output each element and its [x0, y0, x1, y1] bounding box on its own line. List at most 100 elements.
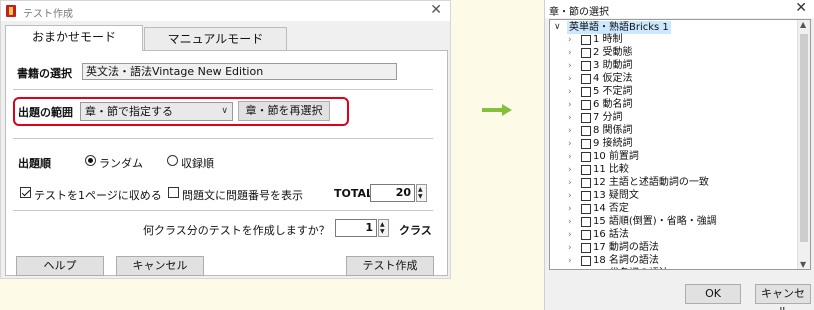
classes-question: 何クラス分のテストを作成しますか？ [143, 224, 330, 237]
book-field: 英文法・語法Vintage New Edition [82, 63, 397, 80]
dialog-titlebar: 章・節の選択 ✕ [545, 0, 814, 18]
expand-icon[interactable]: › [568, 216, 572, 228]
expand-icon[interactable]: › [568, 86, 572, 98]
tree-item-checkbox[interactable] [581, 256, 591, 266]
expand-icon[interactable]: › [568, 151, 572, 163]
expand-icon[interactable]: › [568, 164, 572, 176]
cancel-button[interactable]: キャンセル [116, 256, 204, 276]
tree-item-checkbox[interactable] [581, 178, 591, 188]
chapter-tree[interactable]: ∨ 英単語・熟語Bricks 1 › 1 時制 › 2 受動態 › 3 助動詞 › 4 仮定法… [549, 19, 811, 270]
tree-item-label: 13 疑問文 [593, 190, 639, 201]
tree-item-label: 17 動詞の語法 [593, 242, 659, 253]
classes-unit: クラス [399, 224, 432, 237]
tree-item-checkbox[interactable] [581, 243, 591, 253]
chevron-down-icon: ∨ [221, 106, 228, 116]
create-test-button[interactable]: テスト作成 [346, 256, 434, 276]
total-label: TOTAL [334, 187, 374, 200]
scroll-thumb[interactable] [800, 34, 808, 242]
dialog-title: テスト作成 [23, 9, 73, 20]
expand-icon[interactable]: › [568, 60, 572, 72]
tree-item-label: 8 関係詞 [593, 125, 633, 136]
expand-icon[interactable]: › [568, 112, 572, 124]
expand-icon[interactable]: › [568, 255, 572, 267]
reselect-chapters-button[interactable]: 章・節を再選択 [238, 101, 330, 121]
expand-icon[interactable]: › [568, 203, 572, 215]
arrow-head [502, 104, 512, 116]
expand-icon[interactable]: › [568, 177, 572, 189]
tree-item-checkbox[interactable] [581, 269, 591, 270]
tree-item-checkbox[interactable] [581, 230, 591, 240]
test-create-dialog: テスト作成 ✕ おまかせモード マニュアルモード 書籍の選択 英文法・語法Vin… [0, 0, 451, 279]
tree-item-label: 18 名詞の語法 [593, 255, 659, 266]
expand-icon[interactable]: › [568, 47, 572, 59]
right-arrow-icon [482, 104, 514, 116]
vertical-scrollbar[interactable]: ▲ ▼ [797, 20, 810, 269]
spin-down-icon: ▼ [418, 193, 423, 200]
range-select-value: 章・節で指定する [85, 105, 173, 118]
expand-icon[interactable]: › [568, 229, 572, 241]
tab-panel [5, 50, 448, 276]
tree-item-label: 19 代名詞の語法 [593, 268, 669, 269]
range-label: 出題の範囲 [18, 106, 73, 119]
tree-item-checkbox[interactable] [581, 165, 591, 175]
spin-down-icon: ▼ [380, 228, 385, 235]
dialog-titlebar: テスト作成 ✕ [1, 1, 450, 21]
tree-item-checkbox[interactable] [581, 35, 591, 45]
tree-root-label: 英単語・熟語Bricks 1 [567, 21, 671, 34]
sequential-radio[interactable] [167, 155, 178, 166]
scroll-down-icon[interactable]: ▼ [800, 260, 806, 269]
tree-item-label: 15 語順(倒置)・省略・強調 [593, 216, 717, 227]
tree-item-checkbox[interactable] [581, 100, 591, 110]
one-page-label: テストを1ページに収める [34, 189, 162, 202]
tree-item-checkbox[interactable] [581, 152, 591, 162]
tab-auto-mode[interactable]: おまかせモード [5, 25, 143, 51]
tree-item-label: 14 否定 [593, 203, 629, 214]
tab-manual-mode[interactable]: マニュアルモード [144, 27, 287, 50]
tree-item-label: 2 受動態 [593, 47, 633, 58]
help-button[interactable]: ヘルプ [16, 256, 104, 276]
ok-button[interactable]: OK [685, 284, 741, 304]
tree-item-checkbox[interactable] [581, 139, 591, 149]
tree-item-checkbox[interactable] [581, 48, 591, 58]
tree-item-checkbox[interactable] [581, 204, 591, 214]
expand-icon[interactable]: › [568, 73, 572, 85]
expand-icon[interactable]: › [568, 99, 572, 111]
expand-icon[interactable]: › [568, 190, 572, 202]
classes-spinner[interactable]: ▲ ▼ [378, 219, 389, 237]
total-spinner[interactable]: ▲ ▼ [416, 184, 427, 202]
expand-icon[interactable]: › [568, 34, 572, 46]
random-radio[interactable] [85, 155, 96, 166]
tree-item-checkbox[interactable] [581, 113, 591, 123]
close-icon[interactable]: ✕ [430, 2, 442, 18]
collapse-icon[interactable]: ∨ [554, 21, 561, 34]
range-select[interactable]: 章・節で指定する ∨ [80, 102, 233, 121]
tree-item-checkbox[interactable] [581, 217, 591, 227]
one-page-checkbox[interactable] [20, 187, 31, 198]
expand-icon[interactable]: › [568, 242, 572, 254]
dialog-title: 章・節の選択 [549, 7, 609, 18]
cancel-button[interactable]: キャンセル [755, 284, 811, 310]
classes-input[interactable]: 1 [335, 219, 377, 237]
random-label: ランダム [99, 157, 143, 170]
divider [13, 89, 433, 90]
expand-icon[interactable]: › [568, 138, 572, 150]
tree-item-checkbox[interactable] [581, 126, 591, 136]
tree-item-label: 12 主語と述語動詞の一致 [593, 177, 709, 188]
order-label: 出題順 [18, 157, 51, 170]
tree-item-label: 6 動名詞 [593, 99, 633, 110]
tree-item-label: 1 時制 [593, 34, 623, 45]
tree-item-checkbox[interactable] [581, 191, 591, 201]
show-numbers-checkbox[interactable] [168, 187, 179, 198]
chapter-select-dialog: 章・節の選択 ✕ ∨ 英単語・熟語Bricks 1 › 1 時制 › 2 受動態 › 3 … [544, 0, 814, 310]
tree-item-checkbox[interactable] [581, 87, 591, 97]
arrow-shaft [482, 108, 504, 112]
tree-item-label: 5 不定詞 [593, 86, 633, 97]
expand-icon[interactable]: › [568, 125, 572, 137]
tree-item-label: 4 仮定法 [593, 73, 633, 84]
tree-item-checkbox[interactable] [581, 61, 591, 71]
tree-item-checkbox[interactable] [581, 74, 591, 84]
total-input[interactable]: 20 [370, 184, 415, 202]
scroll-up-icon[interactable]: ▲ [800, 20, 806, 29]
expand-icon[interactable]: › [568, 268, 572, 269]
close-icon[interactable]: ✕ [795, 0, 807, 16]
